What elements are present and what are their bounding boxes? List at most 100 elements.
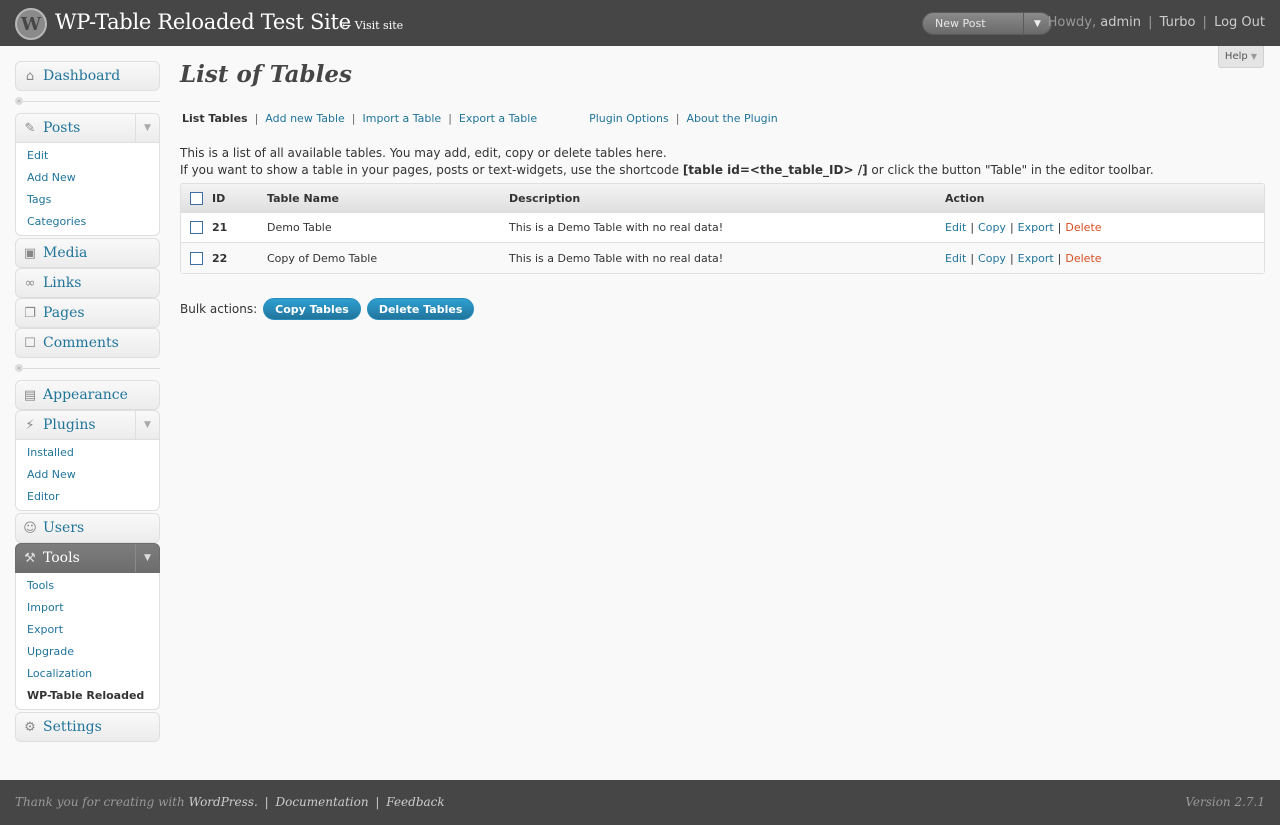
sidebar-item-label[interactable]: Posts [43,120,80,136]
intro-line: If you want to show a table in your page… [180,162,1265,179]
table-name: Demo Table [267,213,509,243]
row-checkbox-cell [181,213,212,243]
intro-text-post: or click the button "Table" in the edito… [871,163,1154,177]
new-post-label[interactable]: New Post [923,17,1023,30]
documentation-link[interactable]: Documentation [275,795,368,809]
column-header-name: Table Name [267,184,509,213]
divider: | [351,111,356,125]
table-name: Copy of Demo Table [267,243,509,273]
submenu-item-wp-table-reloaded[interactable]: WP-Table Reloaded [16,684,159,706]
nav-list-tables[interactable]: List Tables [180,112,248,125]
plug-icon: ⚡ [25,417,35,433]
export-link[interactable]: Export [1018,221,1054,234]
settings-icon: ⚙ [24,719,36,735]
copy-link[interactable]: Copy [978,221,1006,234]
logout-link[interactable]: Log Out [1214,15,1265,30]
submenu-item-tags[interactable]: Tags [16,188,159,210]
row-actions: Edit | Copy | Export | Delete [945,213,1264,243]
menu-separator[interactable]: « [15,94,160,108]
submenu-item-upgrade[interactable]: Upgrade [16,640,159,662]
edit-link[interactable]: Edit [945,221,966,234]
sidebar-item-links[interactable]: ∞ Links [15,268,160,298]
chevron-down-icon[interactable]: ▼ [135,544,159,572]
submenu-item-tools[interactable]: Tools [16,574,159,596]
row-checkbox[interactable] [190,221,203,235]
visit-site-link[interactable]: ← Visit site [342,19,403,32]
submenu-item-edit[interactable]: Edit [16,144,159,166]
row-checkbox[interactable] [190,251,203,265]
new-post-button[interactable]: New Post ▼ [922,12,1052,35]
feedback-link[interactable]: Feedback [386,795,444,809]
table-id: 21 [212,213,267,243]
admin-sidebar: ⌂ Dashboard « ✎ Posts ▼ Edit Add New Tag… [15,61,160,742]
nav-export-table[interactable]: Export a Table [459,112,537,125]
copy-link[interactable]: Copy [978,252,1006,265]
sidebar-item-label[interactable]: Tools [43,550,80,566]
nav-plugin-options[interactable]: Plugin Options [589,112,669,125]
menu-separator[interactable]: « [15,361,160,375]
footer-links: Thank you for creating with WordPress. |… [15,795,445,809]
nav-import-table[interactable]: Import a Table [363,112,442,125]
sidebar-item-posts[interactable]: ✎ Posts ▼ [15,113,160,143]
submenu-item-editor[interactable]: Editor [16,485,159,507]
wordpress-logo-icon: W [15,8,47,40]
sidebar-item-label[interactable]: Users [43,520,84,536]
submenu-item-installed[interactable]: Installed [16,441,159,463]
sidebar-item-tools[interactable]: ⚒ Tools ▼ [15,543,160,573]
sidebar-item-label[interactable]: Links [43,275,81,291]
select-all-checkbox[interactable] [190,191,203,205]
nav-about-plugin[interactable]: About the Plugin [686,112,777,125]
sidebar-item-label[interactable]: Appearance [43,387,128,403]
sidebar-item-label[interactable]: Plugins [43,417,96,433]
table-description: This is a Demo Table with no real data! [509,213,945,243]
sidebar-item-pages[interactable]: ❐ Pages [15,298,160,328]
sidebar-item-label[interactable]: Media [43,245,87,261]
sidebar-item-users[interactable]: ☺ Users [15,513,160,543]
intro-text-pre: If you want to show a table in your page… [180,163,679,177]
sidebar-item-settings[interactable]: ⚙ Settings [15,712,160,742]
sidebar-item-label[interactable]: Comments [43,335,119,351]
submenu-item-categories[interactable]: Categories [16,210,159,232]
divider: | [1148,15,1153,30]
sidebar-item-media[interactable]: ▣ Media [15,238,160,268]
divider: | [254,111,259,125]
column-header-description: Description [509,184,945,213]
delete-tables-button[interactable]: Delete Tables [366,298,475,320]
profile-link[interactable]: admin [1100,15,1141,30]
admin-footer: Thank you for creating with WordPress. |… [0,780,1280,825]
table-id: 22 [212,243,267,273]
sidebar-item-plugins[interactable]: ⚡ Plugins ▼ [15,410,160,440]
row-checkbox-cell [181,243,212,273]
sidebar-item-label[interactable]: Dashboard [43,68,120,84]
chevron-down-icon[interactable]: ▼ [1251,52,1257,61]
collapse-arrow-icon[interactable]: « [15,364,23,372]
nav-add-new-table[interactable]: Add new Table [265,112,344,125]
appearance-icon: ▤ [23,387,37,403]
submenu-item-export[interactable]: Export [16,618,159,640]
comment-icon: ☐ [24,335,36,351]
collapse-arrow-icon[interactable]: « [15,97,23,105]
chevron-down-icon[interactable]: ▼ [135,411,159,439]
submenu-item-add-new[interactable]: Add New [16,463,159,485]
pushpin-icon: ✎ [24,120,36,136]
submenu-item-localization[interactable]: Localization [16,662,159,684]
edit-link[interactable]: Edit [945,252,966,265]
divider: | [375,795,380,809]
turbo-link[interactable]: Turbo [1160,15,1196,30]
submenu-item-import[interactable]: Import [16,596,159,618]
sidebar-item-label[interactable]: Pages [43,305,85,321]
sidebar-item-appearance[interactable]: ▤ Appearance [15,380,160,410]
chevron-down-icon[interactable]: ▼ [135,114,159,142]
submenu-item-add-new[interactable]: Add New [16,166,159,188]
divider: | [675,111,680,125]
export-link[interactable]: Export [1018,252,1054,265]
wordpress-link[interactable]: WordPress. [189,795,258,809]
divider: | [264,795,269,809]
sidebar-item-label[interactable]: Settings [43,719,102,735]
sidebar-item-comments[interactable]: ☐ Comments [15,328,160,358]
delete-link[interactable]: Delete [1065,252,1101,265]
copy-tables-button[interactable]: Copy Tables [263,298,361,320]
users-icon: ☺ [23,520,37,536]
sidebar-item-dashboard[interactable]: ⌂ Dashboard [15,61,160,91]
delete-link[interactable]: Delete [1065,221,1101,234]
